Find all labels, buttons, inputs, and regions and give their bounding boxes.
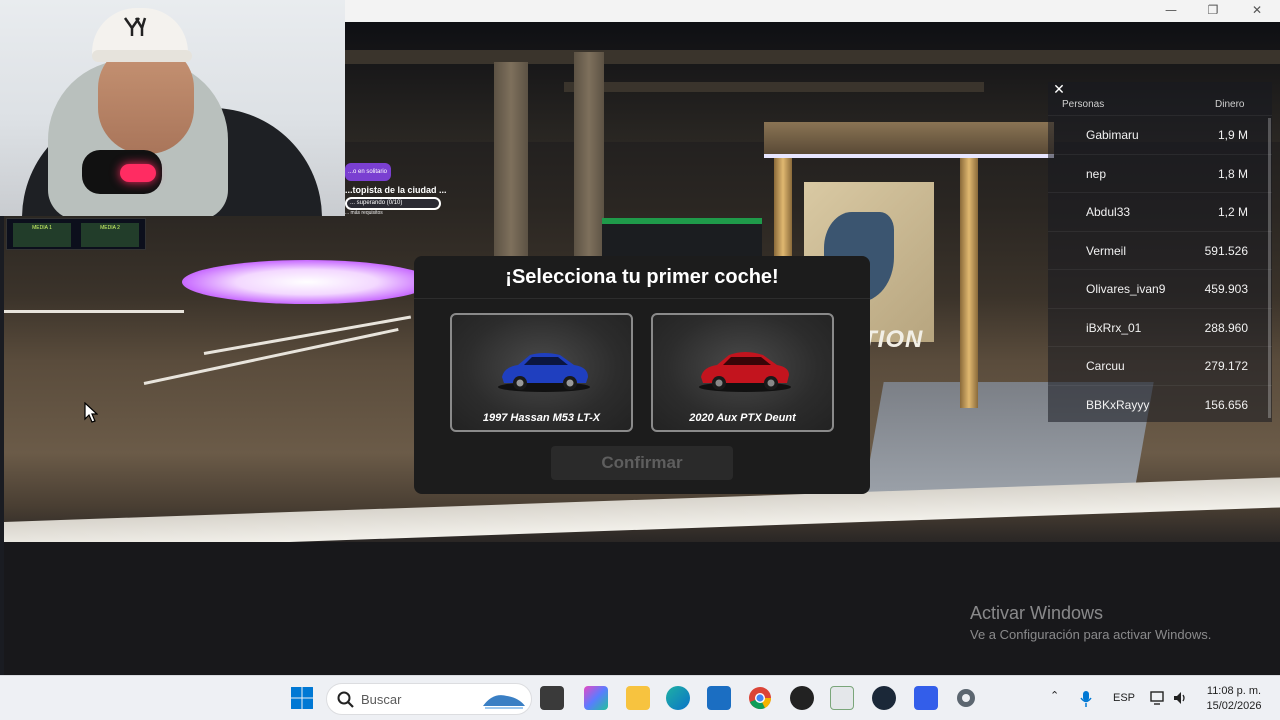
screen: — ❐ ✕ TION MEDIA 1 MEDIA 2 ...o en solit… <box>0 0 1280 720</box>
maximize-button[interactable]: ❐ <box>1192 0 1234 22</box>
microphone-tray-icon[interactable] <box>1080 690 1092 708</box>
search-icon <box>337 691 354 708</box>
search-placeholder: Buscar <box>361 692 402 707</box>
kiosk-post <box>960 158 978 408</box>
activate-windows-title: Activar Windows <box>970 603 1104 623</box>
player-name: nep <box>1086 166 1107 181</box>
language-indicator[interactable]: ESP <box>1113 692 1135 704</box>
in-game-billboard: MEDIA 1 MEDIA 2 <box>6 218 146 250</box>
clock-time[interactable]: 11:08 p. m. <box>1204 685 1264 697</box>
ny-logo-icon <box>123 17 147 36</box>
leaderboard-row: Gabimaru 1,9 M <box>1048 115 1272 153</box>
store-icon[interactable] <box>707 686 731 710</box>
billboard-cell: MEDIA 1 <box>13 223 71 247</box>
roblox-icon[interactable] <box>914 686 938 710</box>
ceiling-beam <box>564 82 984 92</box>
chrome-icon[interactable] <box>748 686 772 710</box>
minimize-button[interactable]: — <box>1150 0 1192 22</box>
kiosk-roof <box>764 122 1054 158</box>
red-car-icon <box>699 352 791 392</box>
quest-subtext: ... más requisitos <box>345 210 383 216</box>
player-name: BBKxRayyy <box>1086 397 1150 412</box>
parking-line <box>143 327 399 385</box>
player-name: Vermeil <box>1086 243 1127 258</box>
blue-car-icon <box>498 353 590 392</box>
leaderboard-close-icon[interactable]: ✕ <box>1052 83 1066 97</box>
concrete-pillar <box>574 52 604 262</box>
dialog-title: ¡Selecciona tu primer coche! <box>505 266 779 288</box>
leaderboard-header-name: Personas <box>1062 99 1105 110</box>
billboard-cell: MEDIA 2 <box>81 223 139 247</box>
player-money: 591.526 <box>1204 243 1248 258</box>
leaderboard-row: nep 1,8 M <box>1048 153 1272 192</box>
player-name: Olivares_ivan9 <box>1086 282 1166 296</box>
taskbar: Buscar ⌃ ESP 11:08 p. m. 15/02/2026 <box>0 675 1280 720</box>
leaderboard-header-money: Dinero <box>1215 99 1245 110</box>
leaderboard-row: iBxRrx_01 288.960 <box>1048 307 1272 346</box>
webcam-overlay <box>0 0 345 216</box>
leaderboard-row: Olivares_ivan9 459.903 <box>1048 269 1272 307</box>
concrete-pillar <box>494 62 528 262</box>
parking-line <box>4 310 184 313</box>
notepad-icon[interactable] <box>830 686 854 710</box>
microphone-light <box>120 164 156 182</box>
leaderboard-scrollbar[interactable] <box>1268 118 1271 418</box>
leaderboard-row: BBKxRayyy 156.656 <box>1048 384 1272 423</box>
player-money: 459.903 <box>1204 282 1248 296</box>
taskbar-search[interactable]: Buscar <box>326 683 532 715</box>
player-money: 1,9 M <box>1217 128 1248 142</box>
station-sign: TION <box>862 326 924 353</box>
player-money: 156.656 <box>1204 397 1248 412</box>
car-label: 2020 Aux PTX Deunt <box>689 412 796 424</box>
settings-gear-icon[interactable] <box>954 686 978 710</box>
cap-logo <box>120 14 150 43</box>
player-name: Carcuu <box>1086 359 1125 373</box>
player-money: 1,2 M <box>1217 205 1248 219</box>
confirm-button[interactable]: Confirmar <box>551 446 733 480</box>
volume-icon[interactable] <box>1172 690 1188 706</box>
leaderboard-row: Carcuu 279.172 <box>1048 346 1272 384</box>
leaderboard-row: Vermeil 591.526 <box>1048 230 1272 269</box>
steam-icon[interactable] <box>872 686 896 710</box>
close-window-button[interactable]: ✕ <box>1236 0 1278 22</box>
car-option-hassan[interactable]: 1997 Hassan M53 LT-X <box>450 313 633 432</box>
file-explorer-icon[interactable] <box>626 686 650 710</box>
player-money: 1,8 M <box>1217 166 1248 181</box>
cap-brim <box>92 50 192 62</box>
car-select-dialog: ¡Selecciona tu primer coche! 1997 Hassan… <box>414 256 870 494</box>
player-money: 279.172 <box>1204 359 1248 373</box>
player-name: Abdul33 <box>1086 205 1131 219</box>
windows-start-icon[interactable] <box>290 686 314 710</box>
obs-icon[interactable] <box>790 686 814 710</box>
player-money: 288.960 <box>1204 320 1248 335</box>
chevron-up-icon[interactable]: ⌃ <box>1050 689 1059 702</box>
activate-windows-subtitle: Ve a Configuración para activar Windows. <box>970 627 1212 642</box>
clock-date[interactable]: 15/02/2026 <box>1204 700 1264 712</box>
mouse-cursor-icon <box>84 402 98 423</box>
network-icon[interactable] <box>1150 690 1166 706</box>
ceiling-beam <box>344 50 1280 64</box>
m365-icon[interactable] <box>584 686 608 710</box>
mode-pill[interactable]: ...o en solitario <box>345 163 391 181</box>
dialog-divider <box>414 298 870 299</box>
car-label: 1997 Hassan M53 LT-X <box>482 412 601 424</box>
car-option-aux[interactable]: 2020 Aux PTX Deunt <box>651 313 834 432</box>
player-name: iBxRrx_01 <box>1086 320 1142 335</box>
neon-marker <box>182 260 432 304</box>
task-view-icon[interactable] <box>540 686 564 710</box>
search-highlight-icon <box>483 695 525 709</box>
leaderboard-row: Abdul33 1,2 M <box>1048 192 1272 230</box>
player-name: Gabimaru <box>1086 128 1139 142</box>
edge-icon[interactable] <box>666 686 690 710</box>
quest-progress-bar: ... superando (0/10) <box>345 197 441 210</box>
quest-title: ...topista de la ciudad ... <box>345 185 447 195</box>
